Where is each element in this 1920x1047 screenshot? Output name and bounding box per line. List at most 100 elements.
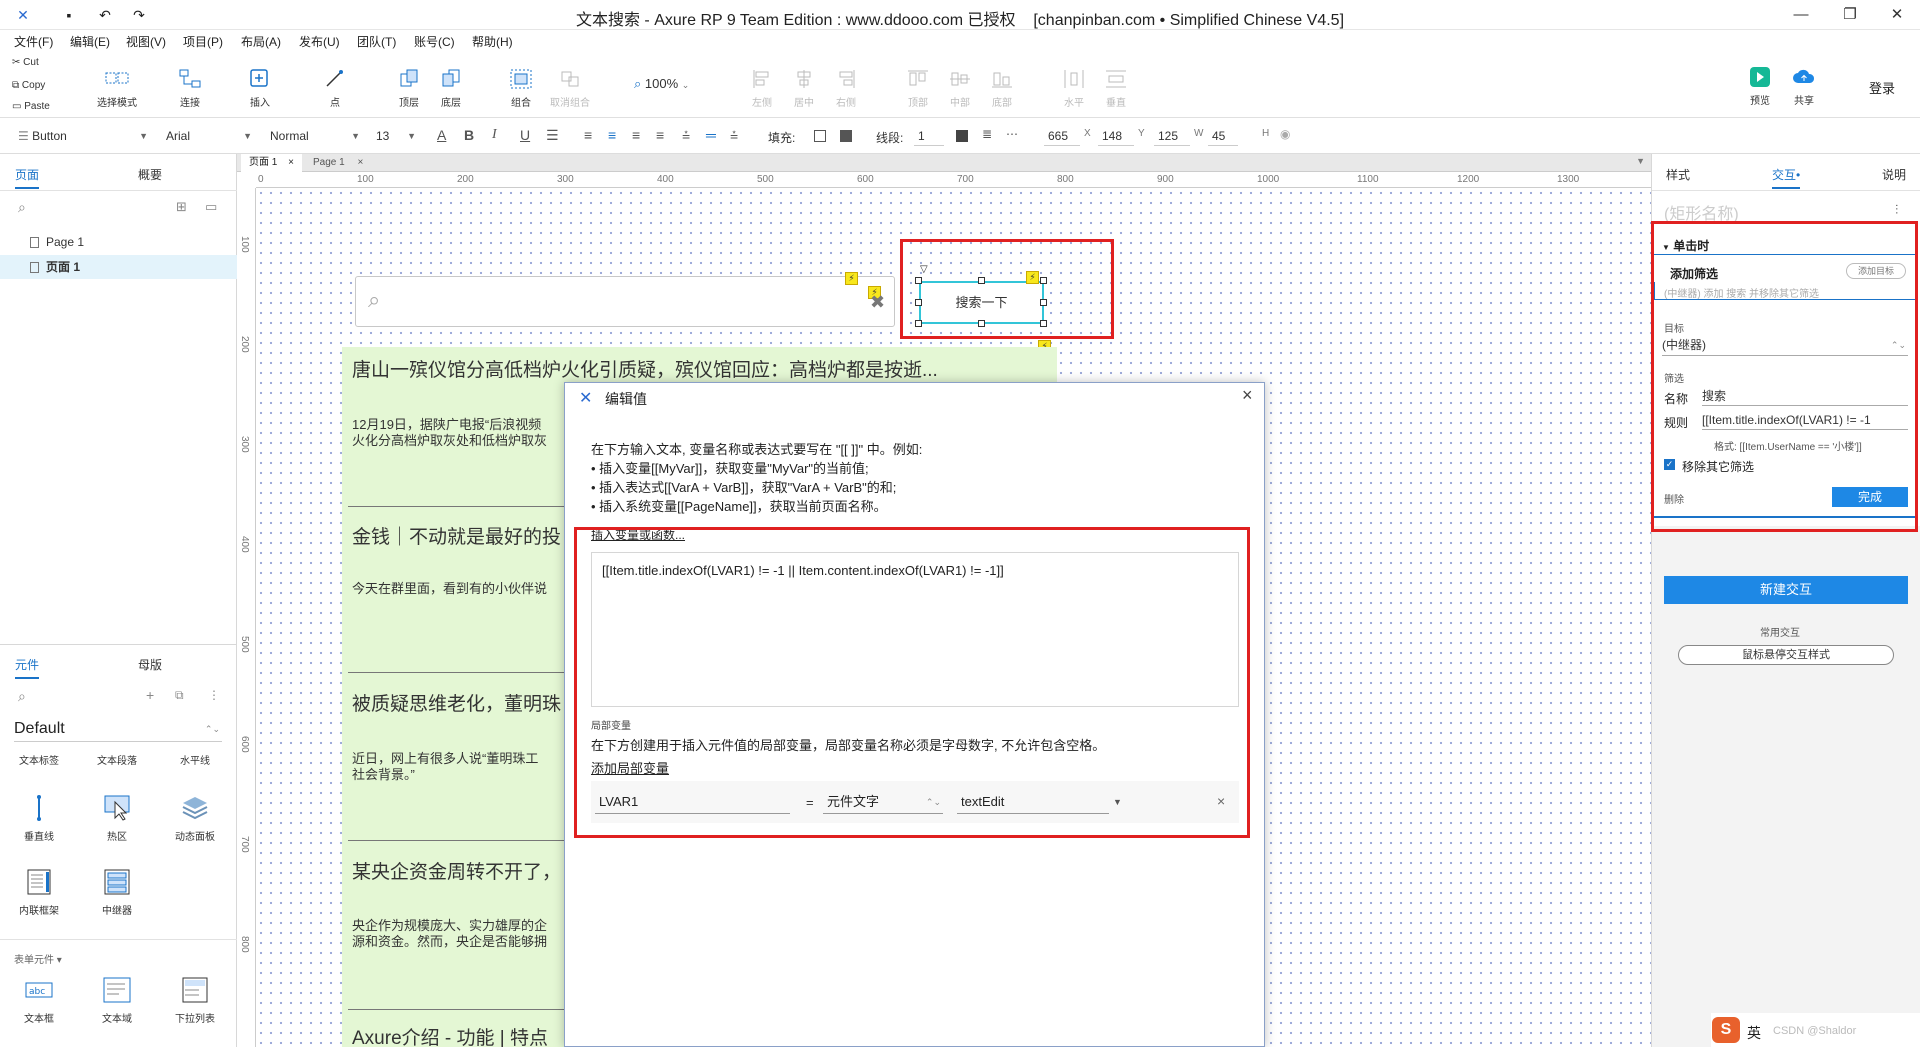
tab-interactions[interactable]: 交互•	[1772, 166, 1801, 189]
point-button[interactable]: 点	[320, 68, 350, 109]
widget-search-icon[interactable]: ⌕	[18, 688, 26, 705]
font-size-dropdown[interactable]: 13 ▼	[372, 126, 418, 146]
login-button[interactable]: 登录	[1869, 78, 1895, 97]
page-item[interactable]: Page 1	[0, 230, 237, 254]
ime-language[interactable]: 英	[1747, 1023, 1761, 1043]
align-center-button[interactable]: 居中	[789, 68, 819, 109]
align-top-button[interactable]: 顶部	[903, 68, 933, 109]
ungroup-button[interactable]: 取消组合	[548, 68, 592, 109]
selection-handle[interactable]	[1040, 320, 1047, 327]
bold-icon[interactable]: B	[464, 127, 474, 143]
align-right-button[interactable]: 右侧	[831, 68, 861, 109]
doc-tab-active[interactable]: 页面 1 ×	[241, 154, 302, 172]
italic-icon[interactable]: I	[492, 127, 497, 143]
sogou-ime-icon[interactable]: S	[1712, 1017, 1740, 1043]
doc-tab[interactable]: Page 1 ×	[305, 154, 371, 172]
interaction-bolt-icon[interactable]: ⚡	[845, 272, 858, 285]
minimize-icon[interactable]: —	[1778, 0, 1824, 30]
rotate-handle-icon[interactable]: ▽	[920, 264, 928, 275]
menu-publish[interactable]: 发布(U)	[299, 33, 340, 50]
w-input[interactable]: 125	[1154, 126, 1190, 146]
selection-handle[interactable]	[978, 277, 985, 284]
tab-pages[interactable]: 页面	[15, 166, 40, 189]
save-icon[interactable]: ▪	[60, 6, 78, 24]
menu-file[interactable]: 文件(F)	[14, 33, 53, 50]
menu-layout[interactable]: 布局(A)	[241, 33, 281, 50]
font-color-icon[interactable]: A	[437, 127, 446, 143]
close-icon[interactable]: ✕	[1874, 0, 1920, 30]
distribute-vertical-button[interactable]: 垂直	[1101, 68, 1131, 109]
menu-help[interactable]: 帮助(H)	[472, 33, 513, 50]
menu-view[interactable]: 视图(V)	[126, 33, 166, 50]
cut-button[interactable]: ✂ Cut	[12, 57, 39, 68]
form-section-title[interactable]: 表单元件 ▾	[14, 951, 62, 966]
bring-top-button[interactable]: 顶层	[394, 68, 424, 109]
line-width-input[interactable]: 1	[914, 126, 944, 146]
add-page-icon[interactable]: ⊞	[176, 199, 187, 215]
close-icon[interactable]: ×	[288, 157, 294, 168]
hover-style-button[interactable]: 鼠标悬停交互样式	[1678, 645, 1894, 665]
line-pattern-icon[interactable]: ⋯	[1006, 127, 1018, 141]
search-icon[interactable]: ⌕	[18, 199, 26, 216]
y-input[interactable]: 148	[1098, 126, 1134, 146]
interaction-bolt-icon[interactable]: ⚡	[1026, 271, 1039, 284]
tab-overview[interactable]: 概要	[138, 166, 162, 183]
valign-middle-icon[interactable]: ═	[706, 127, 716, 143]
new-interaction-button[interactable]: 新建交互	[1664, 576, 1908, 604]
tab-widgets[interactable]: 元件	[15, 656, 40, 679]
tab-masters[interactable]: 母版	[138, 656, 162, 673]
tab-dropdown-icon[interactable]: ▼	[1636, 156, 1645, 166]
fill-shadow-swatch[interactable]	[840, 130, 852, 142]
preview-button[interactable]: 预览	[1745, 66, 1775, 107]
valign-bottom-icon[interactable]: ⩮	[730, 127, 738, 144]
widget-repeater[interactable]: 中继器	[87, 868, 147, 917]
menu-account[interactable]: 账号(C)	[414, 33, 455, 50]
text-justify-icon[interactable]: ≡	[656, 127, 664, 143]
align-left-button[interactable]: 左侧	[747, 68, 777, 109]
distribute-horizontal-button[interactable]: 水平	[1059, 68, 1089, 109]
selection-handle[interactable]	[1040, 299, 1047, 306]
align-bottom-button[interactable]: 底部	[987, 68, 1017, 109]
page-item-selected[interactable]: 页面 1	[0, 255, 237, 279]
fill-color-swatch[interactable]	[814, 130, 826, 142]
menu-project[interactable]: 项目(P)	[183, 33, 223, 50]
tab-style[interactable]: 样式	[1666, 166, 1690, 183]
align-middle-button[interactable]: 中部	[945, 68, 975, 109]
widget-text-area[interactable]: 文本域	[87, 976, 147, 1025]
copy-button[interactable]: ⧉ Copy	[12, 80, 45, 91]
canvas-search-button[interactable]: 搜索一下	[919, 281, 1044, 324]
dialog-close-icon[interactable]: ×	[1242, 385, 1253, 406]
add-library-icon[interactable]: +	[146, 687, 154, 703]
bullet-list-icon[interactable]: ☰	[546, 127, 559, 144]
h-input[interactable]: 45	[1208, 126, 1238, 146]
group-button[interactable]: 组合	[506, 68, 536, 109]
widget-text-label[interactable]: 文本标签	[9, 752, 69, 767]
font-family-dropdown[interactable]: Arial ▼	[162, 126, 254, 146]
share-button[interactable]: 共享	[1786, 66, 1822, 107]
close-icon[interactable]: ×	[357, 157, 363, 168]
selection-handle[interactable]	[978, 320, 985, 327]
selection-handle[interactable]	[915, 277, 922, 284]
x-input[interactable]: 665	[1044, 126, 1080, 146]
widget-vertical-line[interactable]: 垂直线	[9, 794, 69, 843]
menu-edit[interactable]: 编辑(E)	[70, 33, 110, 50]
widget-dynamic-panel[interactable]: 动态面板	[165, 794, 225, 843]
canvas-search-input[interactable]: ⌕	[355, 276, 895, 327]
library-copy-icon[interactable]: ⧉	[175, 688, 184, 703]
line-style-icon[interactable]: ≣	[982, 127, 992, 141]
widget-hotspot[interactable]: 热区	[87, 794, 147, 843]
widget-dropdown-list[interactable]: 下拉列表	[165, 976, 225, 1025]
visibility-eye-icon[interactable]: ◉	[1280, 127, 1290, 141]
underline-icon[interactable]: U	[520, 127, 530, 143]
connect-button[interactable]: 连接	[165, 68, 215, 109]
selection-handle[interactable]	[915, 299, 922, 306]
text-align-center-icon[interactable]: ≡	[608, 127, 616, 143]
line-color-swatch[interactable]	[956, 130, 968, 142]
select-mode-button[interactable]: 选择模式	[82, 68, 152, 109]
redo-icon[interactable]: ↷	[130, 6, 148, 24]
text-align-left-icon[interactable]: ≡	[584, 127, 592, 143]
insert-button[interactable]: 插入	[240, 68, 280, 109]
widget-style-dropdown[interactable]: ☰ Button ▼	[14, 126, 150, 146]
selection-handle[interactable]	[1040, 277, 1047, 284]
selection-handle[interactable]	[915, 320, 922, 327]
